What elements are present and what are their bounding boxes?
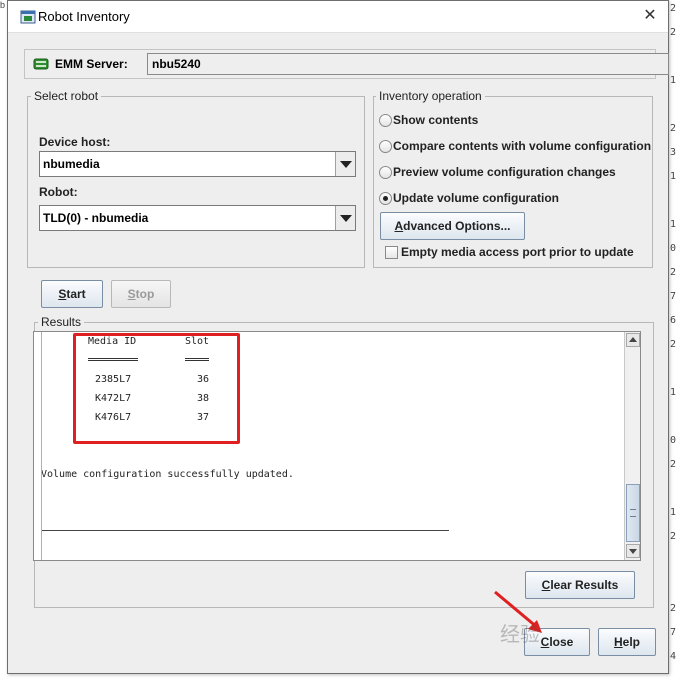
background-fragment: 1 <box>670 219 677 230</box>
radio-compare-contents[interactable]: Compare contents with volume configurati… <box>379 138 652 156</box>
background-fragment: 0 <box>670 243 677 254</box>
robot-value: TLD(0) - nbumedia <box>43 211 149 225</box>
results-content: Media ID Slot 2385L7 36 K472L7 38 K476L7… <box>34 332 624 560</box>
background-fragment: 6 <box>670 315 677 326</box>
device-host-label: Device host: <box>39 135 111 149</box>
radio-circle[interactable] <box>379 140 392 153</box>
row-slot-1: 36 <box>197 374 210 385</box>
scroll-up-icon[interactable] <box>626 333 640 347</box>
background-fragment <box>670 96 680 120</box>
row-slot-2: 38 <box>197 393 210 404</box>
device-host-combo[interactable]: nbumedia <box>39 151 356 177</box>
stop-label: Stop <box>127 287 155 301</box>
title-bar: Robot Inventory ✕ <box>8 1 668 33</box>
row-media-2: K472L7 <box>95 393 132 404</box>
start-label: Start <box>58 287 86 301</box>
radio-show-contents[interactable]: Show contents <box>379 112 649 130</box>
background-fragment <box>670 480 680 504</box>
radio-update-volume[interactable]: Update volume configuration <box>379 190 649 208</box>
radio-preview-changes[interactable]: Preview volume configuration changes <box>379 164 649 182</box>
close-label: Close <box>540 635 574 649</box>
result-message: Volume configuration successfully update… <box>41 469 294 480</box>
background-fragment: 3 <box>670 147 677 158</box>
background-fragment <box>670 552 680 576</box>
radio-label: Update volume configuration <box>393 191 560 205</box>
background-fragment: 1 <box>670 387 677 398</box>
advanced-options-label: Advanced Options... <box>394 219 511 233</box>
background-fragment: 2 <box>670 123 677 134</box>
select-robot-legend: Select robot <box>31 89 102 103</box>
background-fragment: 4 <box>670 651 677 662</box>
scroll-down-icon[interactable] <box>626 544 640 558</box>
server-icon <box>33 56 49 72</box>
close-button[interactable]: Close <box>524 628 590 656</box>
start-button[interactable]: Start <box>41 280 103 308</box>
results-header-slot: Slot <box>185 336 210 347</box>
row-slot-3: 37 <box>197 412 210 423</box>
radio-label: Preview volume configuration changes <box>393 165 616 179</box>
background-fragment: 2 <box>670 531 677 542</box>
radio-circle-selected[interactable] <box>379 192 392 205</box>
background-fragment <box>670 192 680 216</box>
help-label: Help <box>613 635 640 649</box>
background-fragment: 1 <box>670 507 677 518</box>
empty-port-label: Empty media access port prior to update <box>401 245 634 259</box>
results-header-media: Media ID <box>88 336 137 347</box>
header-underline-slot <box>185 358 209 361</box>
device-host-value: nbumedia <box>43 157 100 171</box>
stop-button[interactable]: Stop <box>111 280 171 308</box>
background-fragment <box>670 360 680 384</box>
background-fragment: 2 <box>670 3 677 14</box>
background-fragment: 1 <box>670 75 677 86</box>
radio-circle[interactable] <box>379 166 392 179</box>
background-fragment <box>670 48 680 72</box>
background-fragment: 1 <box>670 171 677 182</box>
background-text-strip: 2 2 1 2 3 1 1 0 2 7 6 2 1 0 2 1 2 2 7 4 <box>670 0 680 680</box>
background-fragment <box>670 408 680 432</box>
background-fragment: 2 <box>670 603 677 614</box>
window-title: Robot Inventory <box>38 9 130 24</box>
scroll-thumb[interactable] <box>626 484 640 542</box>
background-fragment: 2 <box>670 339 677 350</box>
emm-server-row: EMM Server: nbu5240 <box>24 49 669 79</box>
background-fragment: 2 <box>670 459 677 470</box>
clear-results-label: Clear Results <box>541 578 619 592</box>
background-fragment: 7 <box>670 627 677 638</box>
robot-label: Robot: <box>39 185 78 199</box>
robot-combo[interactable]: TLD(0) - nbumedia <box>39 205 356 231</box>
chevron-down-icon[interactable] <box>335 206 355 230</box>
inventory-operation-legend: Inventory operation <box>376 89 485 103</box>
results-text-area[interactable]: Media ID Slot 2385L7 36 K472L7 38 K476L7… <box>33 331 641 561</box>
radio-label: Compare contents with volume configurati… <box>393 139 652 153</box>
background-fragment: 2 <box>670 267 677 278</box>
advanced-options-button[interactable]: Advanced Options... <box>380 212 525 240</box>
results-left-edge <box>41 332 42 560</box>
background-fragment: 2 <box>670 27 677 38</box>
emm-server-label: EMM Server: <box>55 57 128 71</box>
results-scrollbar[interactable] <box>624 332 640 560</box>
row-media-3: K476L7 <box>95 412 132 423</box>
background-fragment: 0 <box>670 435 677 446</box>
radio-label: Show contents <box>393 113 479 127</box>
chevron-down-icon[interactable] <box>335 152 355 176</box>
close-window-icon[interactable]: ✕ <box>640 6 660 26</box>
clear-results-button[interactable]: Clear Results <box>525 571 635 599</box>
app-window-icon <box>20 9 36 25</box>
select-robot-group <box>27 96 365 268</box>
empty-port-checkbox[interactable] <box>385 246 398 259</box>
results-separator <box>41 530 449 531</box>
emm-server-field[interactable]: nbu5240 <box>147 53 669 75</box>
radio-circle[interactable] <box>379 114 392 127</box>
background-fragment <box>670 576 680 600</box>
background-fragment: 7 <box>670 291 677 302</box>
header-underline-media <box>88 358 138 361</box>
results-legend: Results <box>38 315 85 329</box>
help-button[interactable]: Help <box>598 628 656 656</box>
row-media-1: 2385L7 <box>95 374 132 385</box>
